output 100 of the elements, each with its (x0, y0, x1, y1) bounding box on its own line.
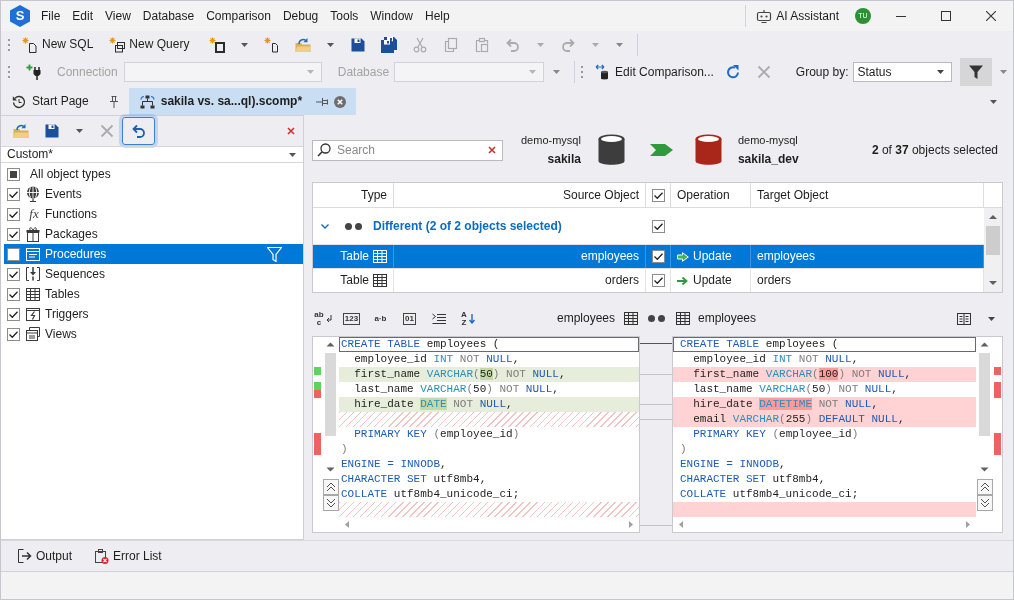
object-type-item[interactable]: fx Functions (1, 204, 303, 224)
object-type-item[interactable]: Views (1, 324, 303, 344)
output-button[interactable]: Output (13, 545, 77, 567)
two-dots-icon (345, 222, 362, 230)
object-type-item[interactable]: Procedures (4, 244, 303, 264)
robot-icon (756, 8, 773, 24)
object-type-item[interactable]: Tables (1, 284, 303, 304)
filter-icon[interactable] (267, 246, 282, 262)
caret-icon (552, 70, 560, 74)
database-name: sakila (546, 152, 581, 167)
maximize-icon (940, 11, 951, 21)
menu-item[interactable]: Database (136, 6, 201, 26)
chevron-down-icon[interactable] (321, 223, 329, 229)
form-window-icon (26, 247, 40, 261)
checkbox[interactable] (651, 274, 665, 287)
plug-icon (25, 64, 42, 80)
column-header[interactable]: Operation (671, 183, 751, 207)
clear-icon[interactable] (488, 145, 496, 154)
undo-button[interactable] (122, 117, 155, 145)
column-header[interactable]: Type (313, 183, 394, 207)
return-arrow-icon (325, 314, 332, 323)
object-title: employees (698, 311, 757, 326)
code-line: CHARACTER SET utf8mb4, (340, 472, 488, 487)
refresh-icon (725, 64, 742, 80)
pin-icon[interactable] (316, 96, 329, 107)
edit-button[interactable]: Edit Comparison... (591, 61, 718, 83)
checkbox[interactable] (7, 227, 20, 241)
menu-item[interactable]: File (35, 6, 67, 26)
vertical-scrollbar[interactable] (984, 208, 1002, 292)
check-icon (9, 290, 18, 298)
checkbox[interactable] (7, 287, 20, 301)
group-label: Different (2 of 2 objects selected) (373, 218, 562, 234)
caret-icon (306, 70, 314, 74)
filter-button[interactable] (959, 58, 992, 86)
filled-square-icon (10, 170, 17, 178)
checkbox[interactable] (651, 188, 665, 202)
checkbox[interactable] (7, 307, 20, 321)
floppy-disks-icon (380, 36, 397, 53)
object-type-item[interactable]: Packages (1, 224, 303, 244)
selection-summary: 2 of 37 objects selected (871, 142, 998, 158)
menu-item[interactable]: Tools (324, 6, 365, 26)
search-field[interactable]: Search (312, 139, 503, 161)
bracket-arrow-icon (26, 266, 40, 282)
menu-item[interactable]: Debug (276, 6, 325, 26)
next-difference-button[interactable] (322, 495, 339, 511)
checkbox[interactable] (7, 207, 20, 221)
menu-item[interactable]: Comparison (200, 6, 277, 26)
checkbox[interactable] (7, 167, 20, 181)
document-tab[interactable]: sakila vs. sa...ql).scomp* (128, 88, 357, 115)
checkbox[interactable] (7, 187, 20, 201)
object-type-item[interactable]: Triggers (1, 304, 303, 324)
object-type-item[interactable]: All object types (1, 164, 303, 184)
menu-item[interactable]: Window (364, 6, 419, 26)
case-option-button[interactable]: abc (308, 307, 337, 330)
preset-select[interactable]: Custom* (1, 146, 303, 163)
function-symbol: fx (28, 206, 40, 222)
ai-assistant-button[interactable]: AI Assistant (752, 5, 843, 27)
result-row[interactable]: Table orders Update orders (313, 268, 984, 292)
menu-item[interactable]: Edit (66, 6, 100, 26)
new-sql-button[interactable]: New SQL (18, 33, 98, 56)
result-row[interactable]: Table employees Update employees (313, 244, 984, 268)
error-list-button[interactable]: Error List (90, 545, 166, 567)
checkbox[interactable] (7, 267, 20, 281)
object-type-item[interactable]: Sequences (1, 264, 303, 284)
next-difference-button[interactable] (976, 495, 993, 511)
double-down-arrow-icon (325, 498, 336, 508)
check-icon (653, 191, 663, 199)
caret-icon (536, 42, 544, 47)
sort-option-button[interactable]: AZ (453, 307, 482, 330)
column-header[interactable]: Source Object (394, 183, 646, 207)
checkbox[interactable] (652, 219, 665, 233)
caret-icon (326, 42, 334, 47)
column-header[interactable]: Target Object (751, 183, 984, 207)
object-type-item[interactable]: Events (1, 184, 303, 204)
field-label: Database (337, 64, 390, 80)
hierarchy-icon (139, 94, 155, 109)
check-icon (9, 230, 18, 238)
checkbox[interactable] (7, 327, 20, 341)
checkbox[interactable] (7, 247, 20, 261)
menu-item[interactable]: Help (419, 6, 456, 26)
pin-icon[interactable] (108, 95, 119, 108)
object-title: employees (556, 311, 615, 326)
menu-item[interactable]: View (99, 6, 137, 26)
checkbox[interactable] (651, 250, 665, 263)
numbers-option-button[interactable]: 123 (337, 307, 366, 330)
group-by-select[interactable]: Status (852, 62, 952, 82)
new-query-button[interactable]: New Query (105, 33, 194, 56)
previous-difference-button[interactable] (322, 479, 339, 495)
previous-difference-button[interactable] (976, 479, 993, 495)
close-icon[interactable] (334, 95, 347, 108)
caret-icon (987, 316, 995, 321)
search-icon (317, 142, 331, 157)
whitespace-option-button[interactable]: a·b (366, 307, 395, 330)
arrow-bracket-icon (17, 548, 32, 564)
circular-arrow-icon (12, 94, 26, 109)
caret-icon (936, 70, 944, 74)
document-tab[interactable]: Start Page (1, 88, 129, 115)
two-dots-icon (647, 315, 665, 322)
binary-option-button[interactable]: 01 (395, 307, 424, 330)
table-cell: Table (340, 273, 369, 288)
